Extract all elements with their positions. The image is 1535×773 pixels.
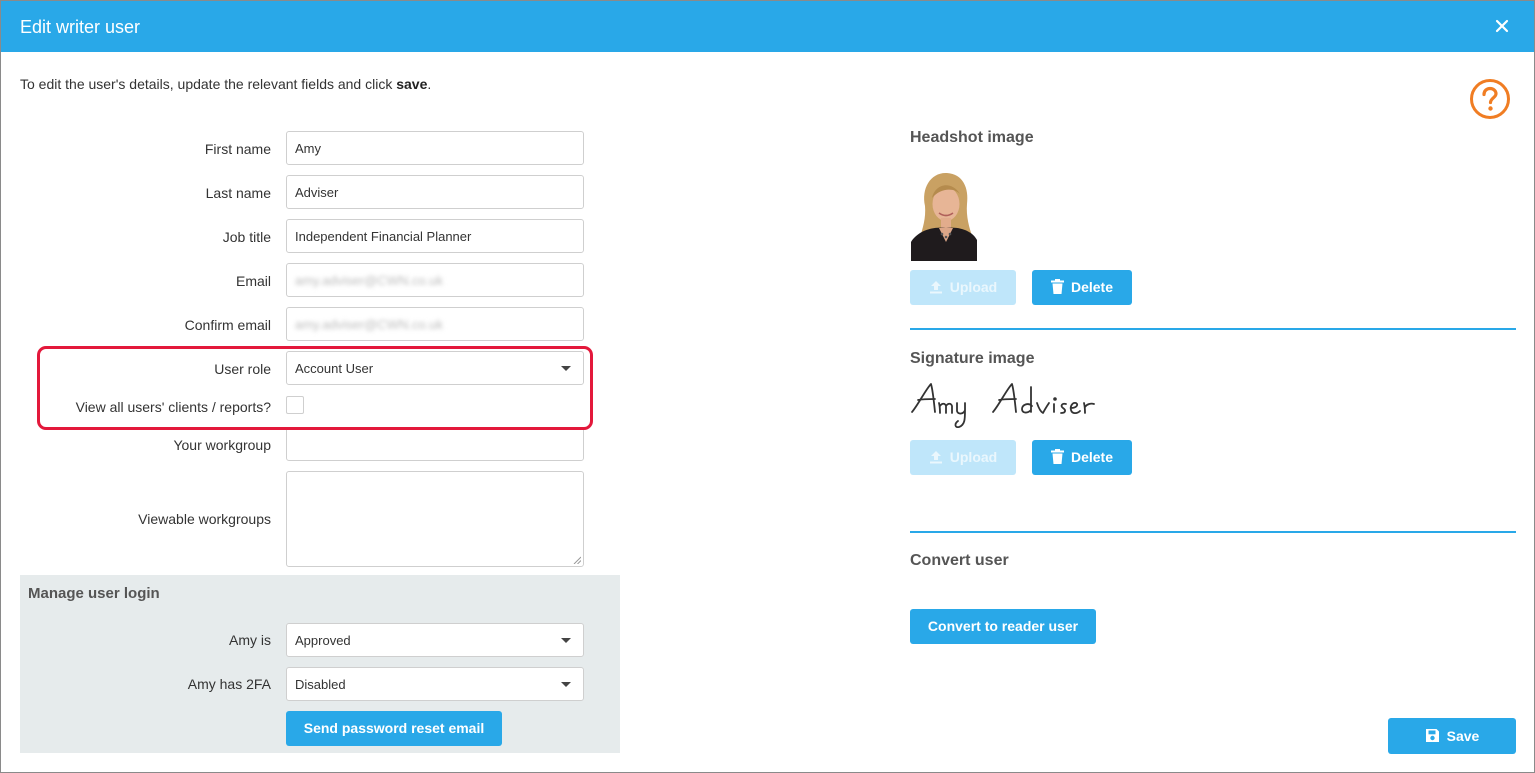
first-name-label: First name — [204, 141, 271, 157]
close-button[interactable] — [1490, 14, 1514, 38]
signature-upload-button[interactable]: Upload — [910, 440, 1016, 475]
signature-delete-button[interactable]: Delete — [1032, 440, 1132, 475]
first-name-input[interactable]: Amy — [286, 131, 584, 165]
headshot-image — [911, 168, 977, 261]
convert-to-reader-button[interactable]: Convert to reader user — [910, 609, 1096, 644]
convert-title: Convert user — [910, 552, 1009, 569]
headshot-upload-label: Upload — [949, 279, 998, 295]
workgroup-label: Your workgroup — [173, 437, 271, 453]
status-value: Approved — [295, 633, 351, 648]
section-divider — [910, 328, 1516, 330]
dialog-titlebar: Edit writer user — [1, 1, 1534, 52]
headshot-title: Headshot image — [910, 129, 1034, 146]
trash-icon — [1050, 449, 1064, 465]
confirm-email-input[interactable]: amy.adviser@CWN.co.uk — [286, 307, 584, 341]
signature-image — [910, 379, 1120, 431]
caret-down-icon — [561, 682, 571, 687]
manage-login-title: Manage user login — [28, 585, 160, 602]
twofa-value: Disabled — [295, 677, 346, 692]
upload-icon — [929, 280, 942, 294]
edit-writer-user-dialog: Edit writer user To edit the user's deta… — [0, 0, 1535, 773]
section-divider — [910, 531, 1516, 533]
status-select[interactable]: Approved — [286, 623, 584, 657]
headshot-delete-label: Delete — [1070, 279, 1114, 295]
view-all-label: View all users' clients / reports? — [75, 399, 271, 415]
twofa-select[interactable]: Disabled — [286, 667, 584, 701]
confirm-email-label: Confirm email — [184, 317, 271, 333]
close-icon — [1495, 19, 1509, 33]
intro-text-main: To edit the user's details, update the r… — [20, 76, 397, 92]
viewable-workgroups-textarea[interactable] — [286, 471, 584, 567]
workgroup-input[interactable] — [286, 427, 584, 461]
job-title-input[interactable]: Independent Financial Planner — [286, 219, 584, 253]
status-label: Amy is — [229, 632, 271, 648]
intro-text: To edit the user's details, update the r… — [20, 76, 431, 92]
signature-upload-label: Upload — [949, 449, 998, 465]
intro-text-end: . — [427, 76, 432, 92]
help-button[interactable] — [1469, 78, 1511, 120]
caret-down-icon — [561, 638, 571, 643]
save-icon — [1425, 729, 1439, 743]
view-all-checkbox[interactable] — [286, 396, 304, 414]
email-input[interactable]: amy.adviser@CWN.co.uk — [286, 263, 584, 297]
resize-grip-icon[interactable] — [573, 556, 581, 564]
upload-icon — [929, 450, 942, 464]
last-name-input[interactable]: Adviser — [286, 175, 584, 209]
viewable-workgroups-label: Viewable workgroups — [138, 511, 271, 527]
help-icon — [1470, 79, 1510, 119]
user-role-select[interactable]: Account User — [286, 351, 584, 385]
last-name-label: Last name — [205, 185, 271, 201]
job-title-label: Job title — [222, 229, 271, 245]
caret-down-icon — [561, 366, 571, 371]
user-role-value: Account User — [295, 361, 374, 376]
save-button[interactable]: Save — [1388, 718, 1516, 754]
headshot-upload-button[interactable]: Upload — [910, 270, 1016, 305]
confirm-email-value: amy.adviser@CWN.co.uk — [295, 317, 444, 332]
twofa-label: Amy has 2FA — [187, 676, 271, 692]
signature-delete-label: Delete — [1070, 449, 1114, 465]
save-label: Save — [1446, 728, 1480, 744]
intro-text-bold: save — [396, 76, 428, 92]
email-label: Email — [235, 273, 271, 289]
send-password-reset-button[interactable]: Send password reset email — [286, 711, 502, 746]
headshot-delete-button[interactable]: Delete — [1032, 270, 1132, 305]
user-role-label: User role — [214, 361, 271, 377]
signature-title: Signature image — [910, 350, 1035, 367]
dialog-title: Edit writer user — [20, 17, 141, 37]
email-value: amy.adviser@CWN.co.uk — [295, 273, 444, 288]
trash-icon — [1050, 279, 1064, 295]
